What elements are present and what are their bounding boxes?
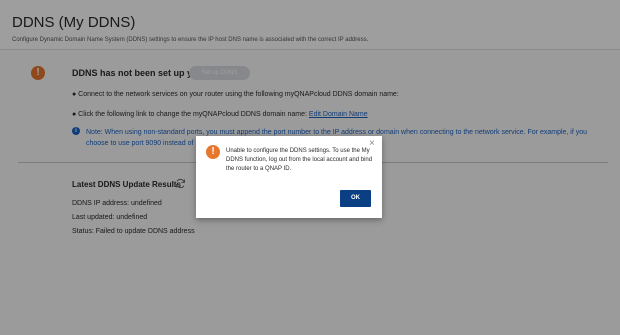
warning-icon: ! bbox=[206, 145, 220, 159]
ok-button[interactable]: OK bbox=[340, 190, 371, 207]
dialog-message: Unable to configure the DDNS settings. T… bbox=[226, 148, 373, 172]
error-dialog: × ! Unable to configure the DDNS setting… bbox=[196, 136, 382, 218]
